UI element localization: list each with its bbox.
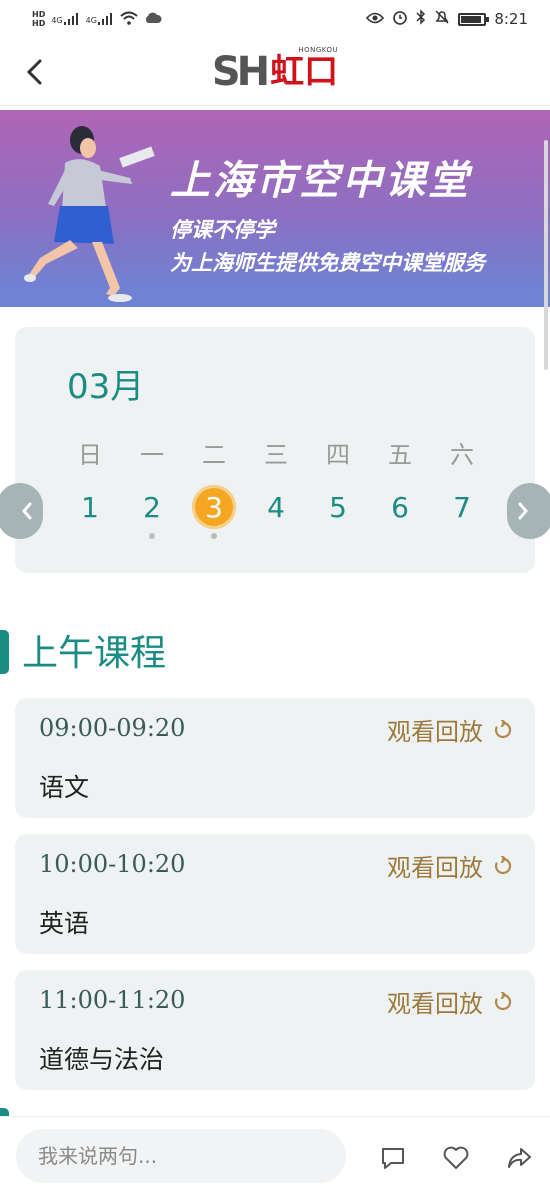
comment-button[interactable] bbox=[376, 1141, 410, 1175]
wifi-icon bbox=[120, 11, 138, 28]
back-button[interactable] bbox=[18, 54, 50, 90]
banner-description: 为上海师生提供免费空中课堂服务 bbox=[170, 251, 485, 275]
calendar-day[interactable]: 5 bbox=[307, 485, 369, 529]
course-time: 09:00-09:20 bbox=[39, 714, 186, 742]
course-subject: 语文 bbox=[39, 773, 90, 802]
eye-icon bbox=[366, 10, 385, 28]
hd-label-1: HD bbox=[32, 10, 46, 19]
course-card[interactable]: 09:00-09:20 观看回放 语文 bbox=[15, 698, 535, 818]
calendar-day[interactable]: 1 bbox=[59, 485, 121, 529]
day-row: 1 2 3 4 5 6 7 bbox=[59, 485, 519, 539]
like-button[interactable] bbox=[439, 1141, 473, 1175]
weekday-label: 一 bbox=[140, 441, 164, 469]
has-class-dot bbox=[211, 533, 217, 539]
weekday-label: 六 bbox=[450, 441, 474, 469]
replay-icon bbox=[494, 855, 512, 874]
course-time: 10:00-10:20 bbox=[39, 850, 186, 878]
clock: 8:21 bbox=[494, 10, 528, 28]
watch-replay-button[interactable]: 观看回放 bbox=[387, 848, 513, 883]
weekday-label: 三 bbox=[264, 441, 288, 469]
calendar-day[interactable]: 6 bbox=[369, 485, 431, 529]
comment-input[interactable] bbox=[16, 1129, 346, 1183]
share-button[interactable] bbox=[502, 1141, 536, 1175]
signal-icon-1: 4G bbox=[51, 13, 79, 25]
mute-icon bbox=[434, 9, 450, 29]
hd-indicator: HD HD bbox=[32, 10, 45, 28]
hongkou-logo: SH 虹口 HONGKOU bbox=[211, 46, 339, 95]
replay-icon bbox=[494, 719, 512, 738]
chevron-right-icon bbox=[518, 502, 528, 520]
course-card[interactable]: 10:00-10:20 观看回放 英语 bbox=[15, 834, 535, 954]
calendar-day[interactable]: 7 bbox=[431, 485, 493, 529]
status-bar: HD HD 4G 4G 8:21 bbox=[0, 0, 550, 38]
bottom-comment-bar bbox=[0, 1116, 550, 1191]
weekday-row: 日 一 二 三 四 五 六 bbox=[59, 435, 519, 470]
day-number: 4 bbox=[267, 490, 285, 524]
next-week-button[interactable] bbox=[507, 483, 550, 539]
signal-icon-2: 4G bbox=[86, 13, 114, 25]
network-type-1: 4G bbox=[51, 16, 63, 25]
section-accent-bar bbox=[0, 630, 9, 674]
calendar-day-selected[interactable]: 3 bbox=[183, 485, 245, 539]
replay-icon bbox=[494, 991, 512, 1010]
weekday-label: 二 bbox=[202, 441, 226, 469]
section-title: 上午课程 bbox=[22, 633, 167, 674]
calendar-month: 03月 bbox=[67, 367, 145, 407]
day-number: 5 bbox=[329, 490, 347, 524]
logo-en: HONGKOU bbox=[298, 45, 339, 54]
app-header: SH 虹口 HONGKOU bbox=[0, 38, 550, 106]
cloud-icon bbox=[144, 12, 162, 27]
replay-label: 观看回放 bbox=[387, 854, 483, 882]
share-icon bbox=[508, 1148, 531, 1168]
bluetooth-icon bbox=[416, 9, 426, 29]
status-left: HD HD 4G 4G bbox=[32, 10, 162, 28]
course-subject: 英语 bbox=[39, 909, 90, 938]
chevron-left-icon bbox=[26, 59, 42, 85]
has-class-dot bbox=[149, 533, 155, 539]
scrollbar[interactable] bbox=[544, 140, 548, 370]
logo-sh: SH bbox=[211, 48, 270, 95]
weekday-label: 日 bbox=[78, 441, 102, 469]
course-time: 11:00-11:20 bbox=[39, 986, 186, 1014]
status-right: 8:21 bbox=[366, 9, 528, 29]
replay-label: 观看回放 bbox=[387, 990, 483, 1018]
weekday-label: 四 bbox=[326, 441, 350, 469]
banner-title: 上海市空中课堂 bbox=[170, 158, 471, 204]
calendar-card: 03月 日 一 二 三 四 五 六 1 2 3 4 5 6 7 bbox=[0, 327, 550, 573]
hd-label-2: HD bbox=[32, 19, 46, 28]
course-card[interactable]: 11:00-11:20 观看回放 道德与法治 bbox=[15, 970, 535, 1090]
chevron-left-icon bbox=[22, 502, 32, 520]
watch-replay-button[interactable]: 观看回放 bbox=[387, 984, 513, 1019]
day-number: 3 bbox=[192, 485, 236, 529]
heart-icon bbox=[443, 1146, 469, 1169]
calendar-day[interactable]: 4 bbox=[245, 485, 307, 529]
day-number: 1 bbox=[81, 490, 99, 524]
replay-label: 观看回放 bbox=[387, 718, 483, 746]
alarm-icon bbox=[392, 9, 408, 29]
calendar-day[interactable]: 2 bbox=[121, 485, 183, 539]
comment-icon bbox=[382, 1148, 404, 1169]
course-subject: 道德与法治 bbox=[39, 1045, 165, 1074]
watch-replay-button[interactable]: 观看回放 bbox=[387, 712, 513, 747]
logo-cn: 虹口 bbox=[270, 51, 339, 92]
banner-slogan: 停课不停学 bbox=[170, 218, 275, 242]
day-number: 7 bbox=[453, 490, 471, 524]
prev-week-button[interactable] bbox=[0, 483, 43, 539]
battery-icon bbox=[458, 12, 490, 26]
day-number: 6 bbox=[391, 490, 409, 524]
student-illustration bbox=[24, 126, 155, 302]
hero-banner[interactable]: 上海市空中课堂 停课不停学 为上海师生提供免费空中课堂服务 bbox=[0, 110, 550, 307]
day-number: 2 bbox=[143, 490, 161, 524]
network-type-2: 4G bbox=[85, 16, 97, 25]
weekday-label: 五 bbox=[388, 441, 412, 469]
